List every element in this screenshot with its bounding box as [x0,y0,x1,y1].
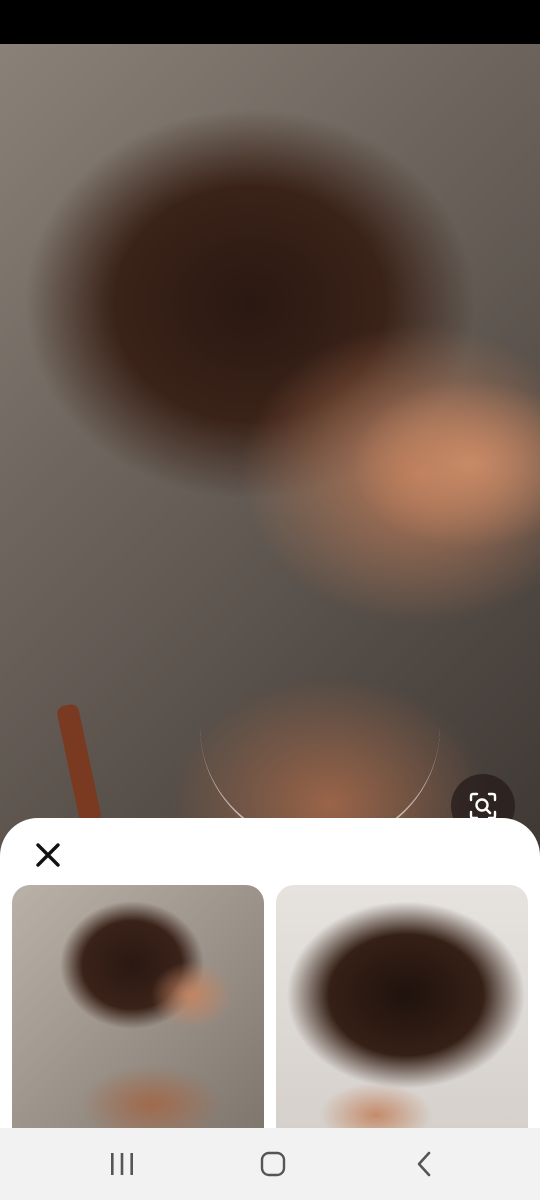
related-images-sheet [0,818,540,1128]
close-icon [36,843,60,867]
hero-photo[interactable] [0,44,540,864]
back-button[interactable] [394,1142,454,1186]
navigation-bar [0,1128,540,1200]
recents-button[interactable] [92,1142,152,1186]
home-button[interactable] [243,1142,303,1186]
close-button[interactable] [26,838,70,872]
recents-icon [111,1153,133,1175]
result-image-2[interactable] [276,885,528,1128]
image-search-icon [469,792,497,820]
home-icon [260,1151,286,1177]
status-bar [0,0,540,44]
photo-strap-left [55,703,103,825]
result-image-1[interactable] [12,885,264,1128]
back-icon [417,1151,431,1177]
